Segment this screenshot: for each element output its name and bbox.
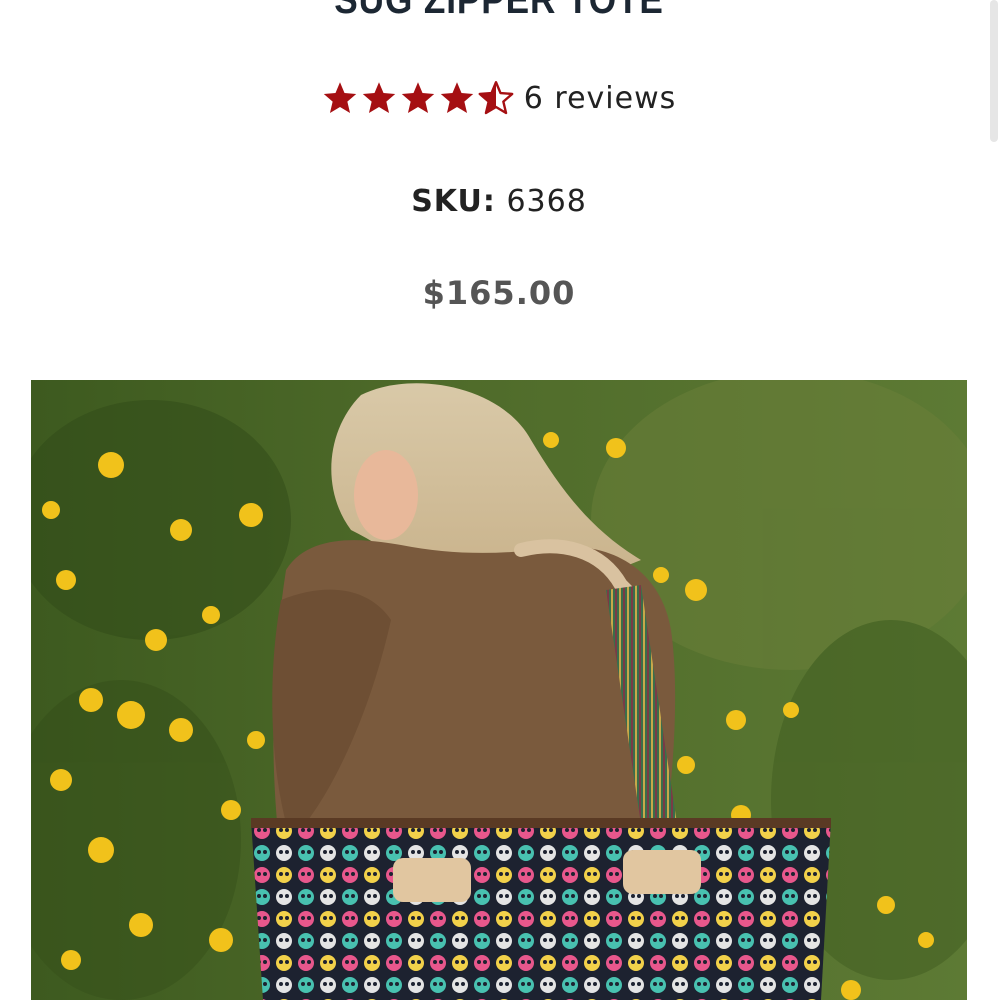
product-price: $165.00 (422, 274, 576, 312)
rating-stars (322, 80, 514, 116)
product-title: SUG ZIPPER TOTE (334, 0, 664, 22)
star-icon (362, 82, 395, 113)
sku-value: 6368 (506, 184, 587, 219)
half-star-icon (478, 81, 514, 115)
reviews-link[interactable]: 6 reviews (524, 81, 676, 116)
sku-line: SKU: 6368 (0, 184, 998, 219)
rating-row[interactable]: 6 reviews (0, 80, 998, 116)
product-image[interactable] (31, 380, 967, 1000)
star-icon (323, 82, 356, 113)
star-icon (440, 82, 473, 113)
scrollbar[interactable] (990, 0, 998, 142)
sku-label: SKU: (411, 184, 496, 219)
star-icon (401, 82, 434, 113)
